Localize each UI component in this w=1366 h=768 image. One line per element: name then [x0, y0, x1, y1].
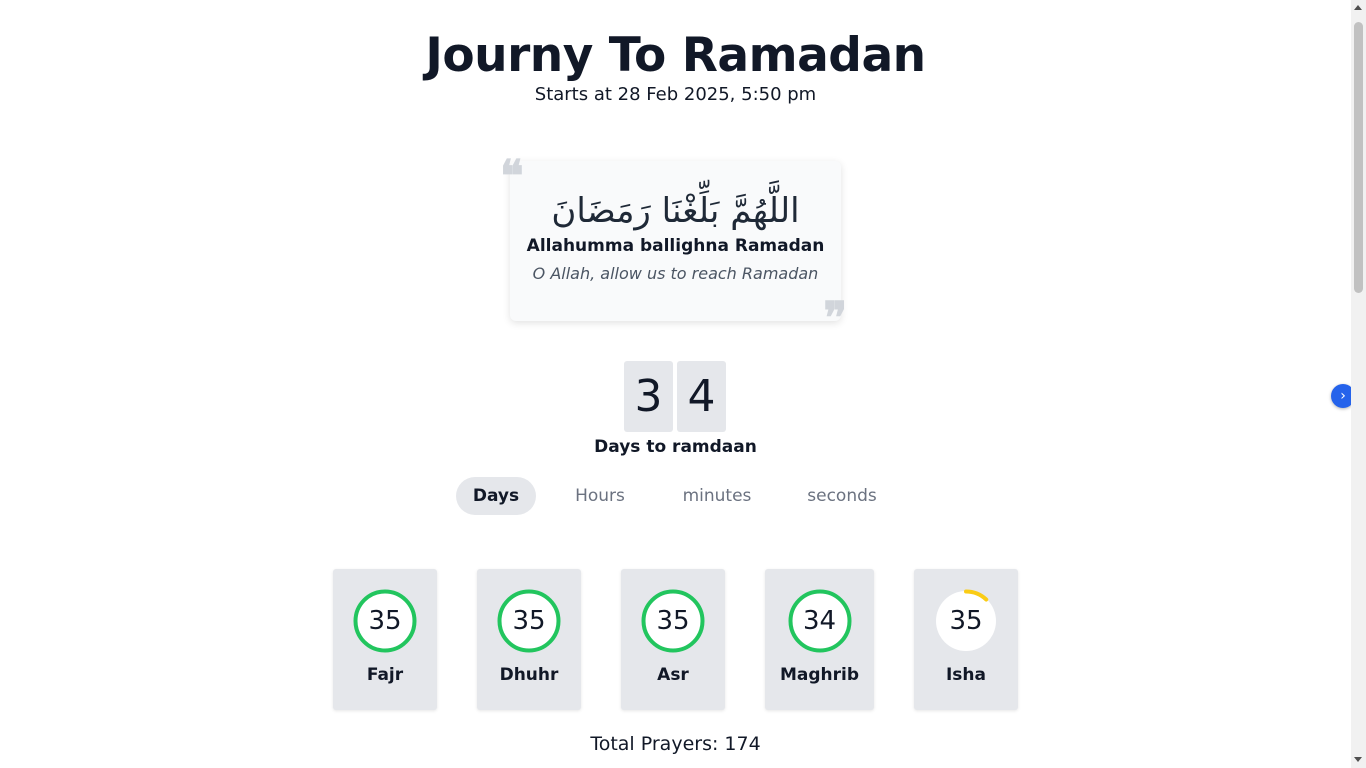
scroll-up-arrow-icon[interactable] [1354, 5, 1362, 10]
prayer-count: 35 [949, 606, 983, 636]
total-prayers: Total Prayers: 174 [590, 733, 761, 755]
tab-days[interactable]: Days [456, 477, 536, 515]
countdown-digit: 4 [677, 361, 726, 432]
progress-ring: 35 [641, 589, 705, 653]
progress-ring: 34 [788, 589, 852, 653]
tab-hours[interactable]: Hours [560, 477, 640, 515]
tab-minutes[interactable]: minutes [672, 477, 762, 515]
dua-arabic: اللَّهُمَّ بَلِّغْنَا رَمَضَانَ [551, 191, 800, 231]
countdown-label: Days to ramdaan [594, 437, 757, 457]
countdown-digit: 3 [624, 361, 673, 432]
prayer-count: 35 [512, 606, 546, 636]
page: Journy To Ramadan Starts at 28 Feb 2025,… [0, 0, 1366, 768]
countdown-digits: 3 4 [624, 361, 726, 432]
dua-transliteration: Allahumma ballighna Ramadan [526, 236, 825, 256]
tab-seconds[interactable]: seconds [797, 477, 887, 515]
dua-translation: O Allah, allow us to reach Ramadan [532, 264, 819, 283]
start-time: Starts at 28 Feb 2025, 5:50 pm [534, 84, 817, 105]
prayer-card-asr[interactable]: 35 Asr [621, 569, 725, 710]
prayer-name: Isha [945, 665, 987, 685]
page-title: Journy To Ramadan [425, 28, 926, 83]
prayer-card-dhuhr[interactable]: 35 Dhuhr [477, 569, 581, 710]
prayer-name: Fajr [366, 665, 404, 685]
progress-ring: 35 [497, 589, 561, 653]
prayer-count: 34 [802, 606, 837, 636]
quote-close-icon: ❞ [823, 293, 847, 344]
prayer-card-fajr[interactable]: 35 Fajr [333, 569, 437, 710]
prayer-name: Dhuhr [499, 665, 559, 685]
dua-card: ❝ اللَّهُمَّ بَلِّغْنَا رَمَضَانَ Allahu… [500, 155, 847, 341]
prayer-card-maghrib[interactable]: 34 Maghrib [765, 569, 874, 710]
prayer-name: Asr [657, 665, 689, 685]
prayer-card-isha[interactable]: 35 Isha [914, 569, 1018, 710]
prayer-name: Maghrib [779, 665, 860, 685]
progress-ring: 35 [934, 589, 998, 653]
progress-ring: 35 [353, 589, 417, 653]
unit-tabs: Days Hours minutes seconds [0, 477, 1351, 515]
prayer-count: 35 [656, 606, 690, 636]
scrollbar[interactable] [1351, 0, 1366, 768]
scroll-thumb[interactable] [1354, 22, 1363, 293]
prayer-count: 35 [368, 606, 402, 636]
scroll-down-arrow-icon[interactable] [1354, 757, 1362, 762]
